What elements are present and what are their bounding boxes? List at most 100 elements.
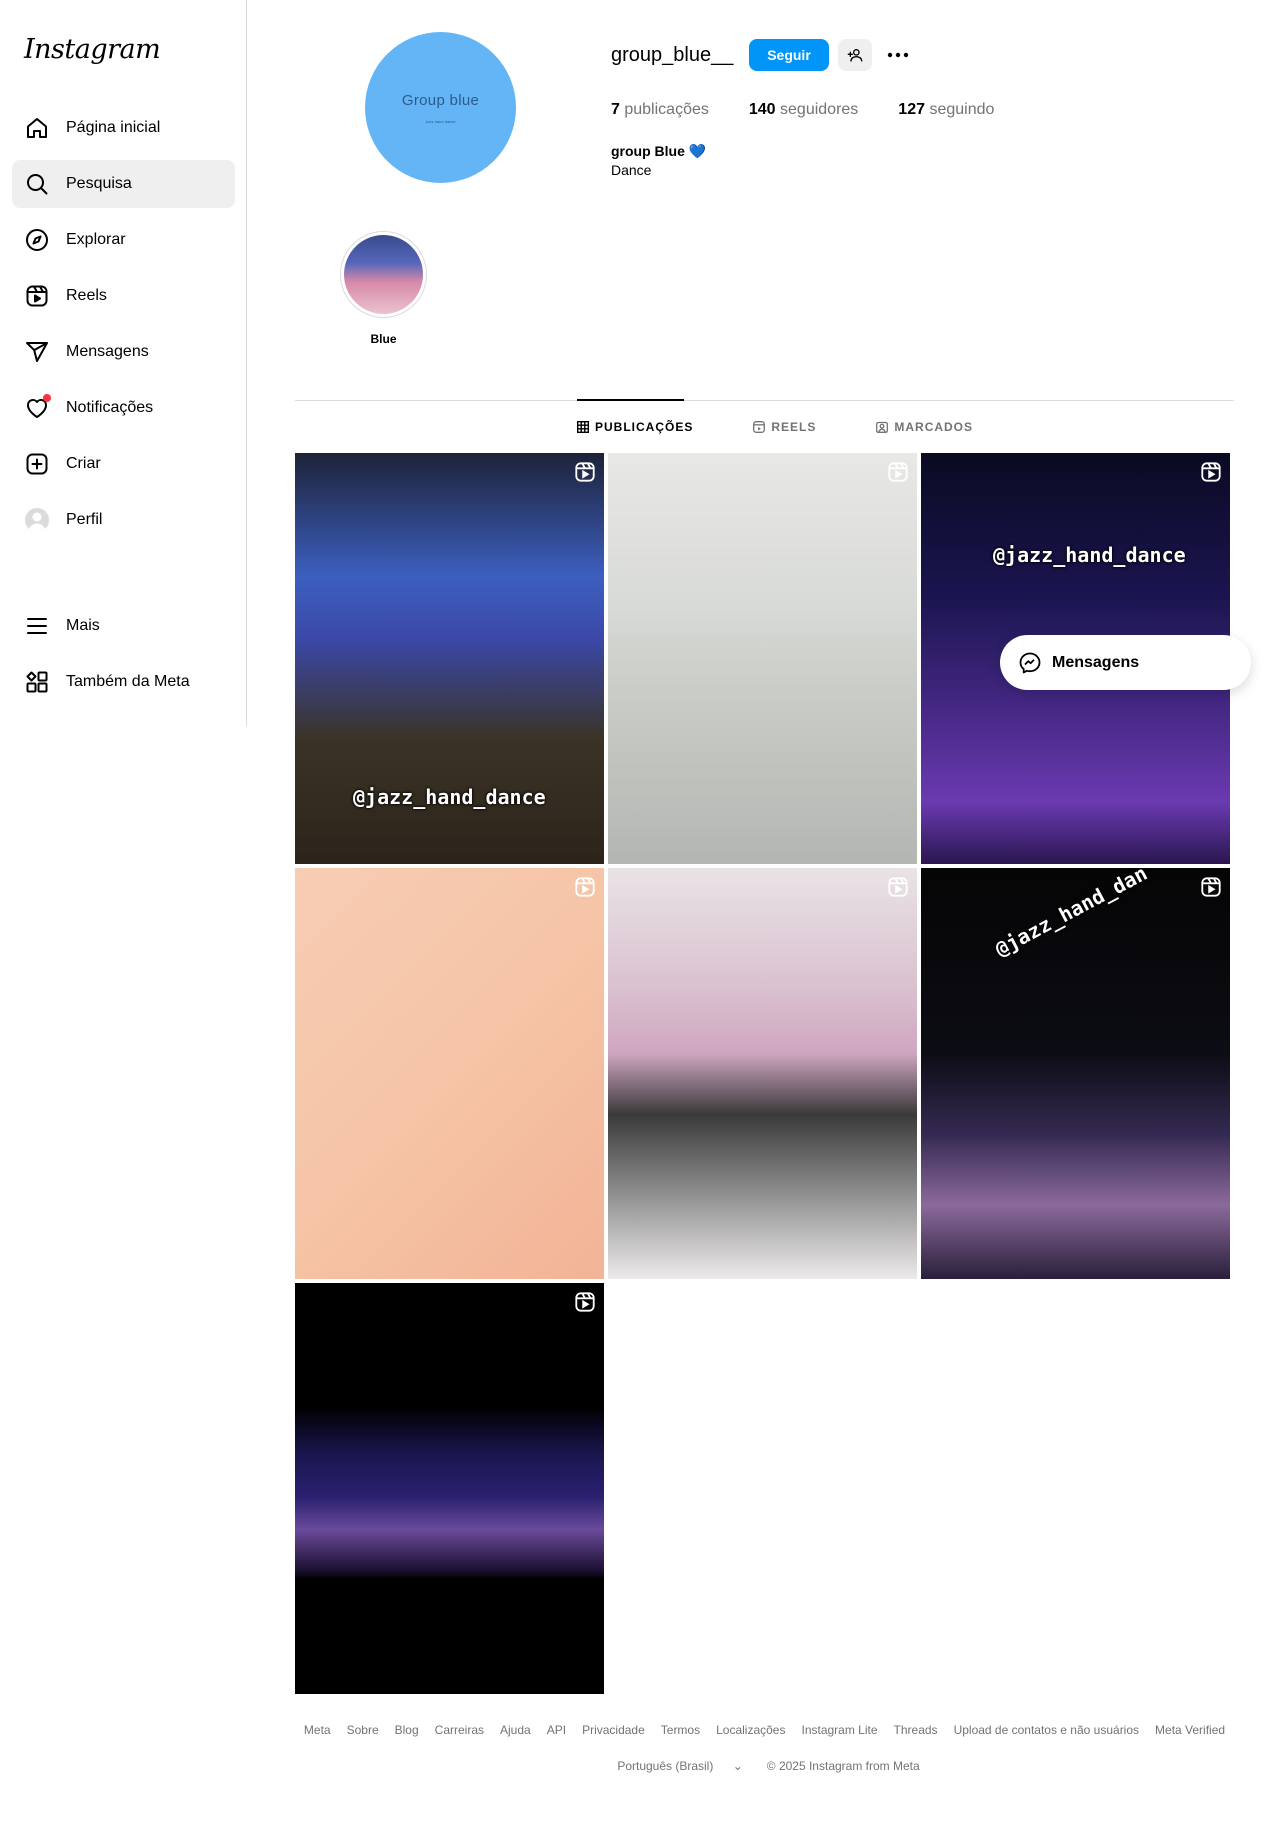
language-selector[interactable]: Português (Brasil) ⌄: [609, 1759, 750, 1773]
post-tile[interactable]: [608, 868, 917, 1279]
heart-icon: [24, 394, 51, 421]
following-count-label: seguindo: [929, 101, 995, 118]
floating-messages-label: Mensagens: [1052, 653, 1140, 671]
instagram-logo[interactable]: Instagram: [24, 34, 161, 65]
language-label: Português (Brasil): [617, 1759, 714, 1773]
following-count[interactable]: 127 seguindo: [898, 101, 994, 119]
sidebar-item-label: Também da Meta: [66, 673, 190, 690]
footer-link[interactable]: Ajuda: [500, 1723, 531, 1737]
suggested-accounts-button[interactable]: [838, 39, 872, 71]
add-person-icon: [847, 49, 863, 62]
reel-indicator-icon: [887, 461, 909, 488]
profile-picture-title: Group blue: [401, 91, 480, 109]
reels-tab-icon: [753, 421, 766, 433]
tab-label: MARCADOS: [894, 420, 974, 434]
sidebar-item-reels[interactable]: Reels: [12, 272, 235, 320]
post-tile[interactable]: @jazz_hand_dance: [295, 453, 604, 864]
sidebar-item-create[interactable]: Criar: [12, 440, 235, 488]
highlight-label: Blue: [370, 332, 397, 346]
messenger-icon: [24, 339, 50, 365]
posts-count-label: publicações: [624, 101, 709, 118]
following-count-value: 127: [898, 101, 925, 118]
highlight-ring: [340, 231, 427, 318]
tab-tagged[interactable]: MARCADOS: [876, 420, 973, 434]
footer-link[interactable]: Meta Verified: [1155, 1723, 1225, 1737]
footer-link[interactable]: Upload de contatos e não usuários: [954, 1723, 1139, 1737]
profile-stats: 7 publicações 140 seguidores 127 seguind…: [611, 101, 1034, 119]
sidebar-item-notifications[interactable]: Notificações: [12, 384, 235, 432]
sidebar-item-label: Pesquisa: [66, 175, 132, 192]
post-overlay-text: @jazz_hand_dance: [993, 543, 1186, 567]
reel-indicator-icon: [574, 461, 596, 488]
post-overlay-text: @jazz_hand_dance: [353, 785, 546, 809]
sidebar-item-search[interactable]: Pesquisa: [12, 160, 235, 208]
footer-link[interactable]: Instagram Lite: [801, 1723, 877, 1737]
sidebar: Instagram Página inicial Pesquisa Explor…: [0, 0, 247, 726]
sidebar-item-profile[interactable]: Perfil: [12, 496, 235, 544]
footer-link[interactable]: Carreiras: [435, 1723, 484, 1737]
footer-link[interactable]: Blog: [395, 1723, 419, 1737]
footer-link[interactable]: Privacidade: [582, 1723, 645, 1737]
profile-picture-subtitle: Jazz hand dance: [425, 118, 456, 124]
posts-count-value: 7: [611, 101, 620, 118]
search-icon: [24, 171, 50, 197]
sidebar-item-also-from-meta[interactable]: Também da Meta: [12, 658, 235, 706]
sidebar-item-label: Página inicial: [66, 119, 161, 136]
messenger-bubble-icon: [1019, 652, 1041, 673]
followers-count-label: seguidores: [780, 101, 859, 118]
followers-count-value: 140: [748, 101, 776, 118]
meta-apps-icon: [24, 669, 50, 695]
footer-meta: Português (Brasil) ⌄ © 2025 Instagram fr…: [295, 1759, 1234, 1773]
reel-indicator-icon: [1200, 461, 1222, 488]
sidebar-item-label: Explorar: [66, 231, 126, 248]
post-tile[interactable]: [608, 453, 917, 864]
footer-link[interactable]: API: [547, 1723, 566, 1737]
post-tile[interactable]: [295, 1283, 604, 1694]
sidebar-item-label: Criar: [66, 455, 101, 472]
follow-button[interactable]: Seguir: [749, 39, 829, 71]
tabs-divider: [295, 400, 1234, 401]
sidebar-item-home[interactable]: Página inicial: [12, 104, 235, 152]
tab-posts[interactable]: PUBLICAÇÕES: [577, 420, 693, 434]
footer-link[interactable]: Threads: [894, 1723, 938, 1737]
sidebar-item-label: Perfil: [66, 511, 103, 528]
posts-count: 7 publicações: [611, 101, 709, 119]
reel-indicator-icon: [887, 876, 909, 903]
sidebar-item-label: Reels: [66, 287, 107, 304]
sidebar-item-label: Mais: [66, 617, 100, 634]
tab-reels[interactable]: REELS: [753, 420, 816, 434]
notification-dot: [43, 394, 51, 402]
sidebar-item-label: Mensagens: [66, 343, 149, 360]
tab-label: REELS: [771, 420, 817, 434]
footer-links: Meta Sobre Blog Carreiras Ajuda API Priv…: [295, 1723, 1234, 1737]
reel-indicator-icon: [574, 1291, 596, 1318]
tagged-icon: [876, 421, 889, 433]
followers-count[interactable]: 140 seguidores: [749, 101, 858, 119]
chevron-down-icon: ⌄: [732, 1759, 743, 1773]
story-highlight[interactable]: Blue: [340, 231, 427, 346]
active-tab-indicator: [577, 399, 684, 401]
footer-link[interactable]: Sobre: [347, 1723, 379, 1737]
tab-label: PUBLICAÇÕES: [595, 420, 694, 434]
options-button[interactable]: [882, 39, 914, 71]
footer-link[interactable]: Termos: [661, 1723, 700, 1737]
post-tile[interactable]: @jazz_hand_dan: [921, 868, 1230, 1279]
post-tile[interactable]: [295, 868, 604, 1279]
profile-tabs: PUBLICAÇÕES REELS MARCADOS: [577, 420, 1033, 434]
menu-icon: [24, 613, 50, 639]
reels-icon: [24, 283, 50, 309]
post-overlay-text: @jazz_hand_dan: [991, 868, 1152, 962]
profile-username: group_blue__: [611, 44, 734, 66]
sidebar-item-messages[interactable]: Mensagens: [12, 328, 235, 376]
floating-messages-button[interactable]: Mensagens: [1000, 635, 1251, 690]
footer-link[interactable]: Meta: [304, 1723, 331, 1737]
sidebar-item-explore[interactable]: Explorar: [12, 216, 235, 264]
profile-picture[interactable]: Group blue Jazz hand dance: [365, 32, 516, 183]
sidebar-item-label: Notificações: [66, 399, 154, 416]
sidebar-nav: Página inicial Pesquisa Explorar Reels M…: [12, 104, 235, 552]
sidebar-item-more[interactable]: Mais: [12, 602, 235, 650]
copyright: © 2025 Instagram from Meta: [766, 1759, 920, 1773]
footer-link[interactable]: Localizações: [716, 1723, 785, 1737]
bio-text: Dance: [611, 162, 652, 178]
grid-icon: [577, 421, 589, 433]
